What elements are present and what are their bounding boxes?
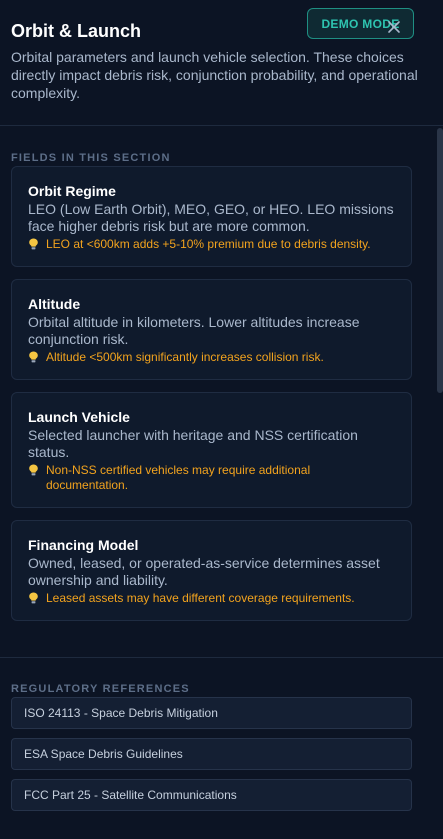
lightbulb-icon bbox=[29, 592, 38, 604]
field-card-launch-vehicle: Launch Vehicle Selected launcher with he… bbox=[11, 392, 412, 508]
orbit-launch-help-panel: Orbit & Launch Orbital parameters and la… bbox=[0, 0, 443, 839]
field-card-altitude: Altitude Orbital altitude in kilometers.… bbox=[11, 279, 412, 380]
field-tip: Leased assets may have different coverag… bbox=[28, 591, 395, 606]
field-title: Orbit Regime bbox=[28, 183, 116, 199]
panel-header: Orbit & Launch Orbital parameters and la… bbox=[0, 0, 443, 126]
field-title: Financing Model bbox=[28, 537, 139, 553]
reference-link-esa-guidelines[interactable]: ESA Space Debris Guidelines bbox=[11, 738, 412, 770]
close-button[interactable] bbox=[385, 18, 403, 36]
reference-link-fcc-part-25[interactable]: FCC Part 25 - Satellite Communications bbox=[11, 779, 412, 811]
lightbulb-icon bbox=[29, 351, 38, 363]
reference-link-iso-24113[interactable]: ISO 24113 - Space Debris Mitigation bbox=[11, 697, 412, 729]
field-tip: LEO at <600km adds +5-10% premium due to… bbox=[28, 237, 395, 252]
panel-subtitle: Orbital parameters and launch vehicle se… bbox=[11, 49, 418, 101]
fields-section-label: FIELDS IN THIS SECTION bbox=[11, 152, 171, 164]
field-description: Orbital altitude in kilometers. Lower al… bbox=[28, 314, 360, 347]
field-tip: Non-NSS certified vehicles may require a… bbox=[28, 463, 395, 493]
section-divider bbox=[0, 657, 443, 658]
field-tip-text: Non-NSS certified vehicles may require a… bbox=[46, 463, 311, 492]
field-description: Selected launcher with heritage and NSS … bbox=[28, 427, 358, 460]
field-tip: Altitude <500km significantly increases … bbox=[28, 350, 395, 365]
field-card-financing-model: Financing Model Owned, leased, or operat… bbox=[11, 520, 412, 621]
close-icon bbox=[388, 21, 400, 33]
field-tip-text: Leased assets may have different coverag… bbox=[46, 591, 355, 605]
field-description: Owned, leased, or operated-as-service de… bbox=[28, 555, 380, 588]
field-description: LEO (Low Earth Orbit), MEO, GEO, or HEO.… bbox=[28, 201, 394, 234]
field-tip-text: Altitude <500km significantly increases … bbox=[46, 350, 324, 364]
field-card-orbit-regime: Orbit Regime LEO (Low Earth Orbit), MEO,… bbox=[11, 166, 412, 267]
lightbulb-icon bbox=[29, 464, 38, 476]
field-tip-text: LEO at <600km adds +5-10% premium due to… bbox=[46, 237, 371, 251]
scrollbar-thumb[interactable] bbox=[437, 128, 443, 393]
field-title: Altitude bbox=[28, 296, 81, 312]
references-section-label: REGULATORY REFERENCES bbox=[11, 683, 190, 695]
lightbulb-icon bbox=[29, 238, 38, 250]
field-title: Launch Vehicle bbox=[28, 409, 130, 425]
